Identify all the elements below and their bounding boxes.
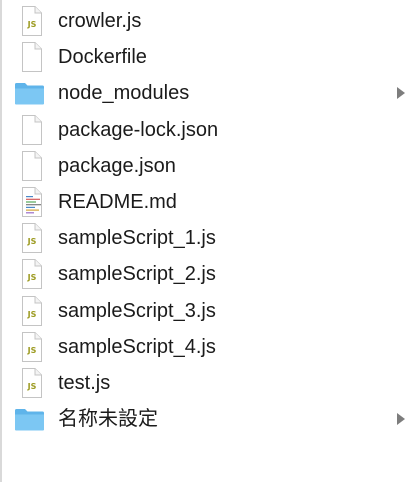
file-row[interactable]: Dockerfile bbox=[0, 39, 410, 75]
disclosure-triangle-icon[interactable] bbox=[396, 86, 406, 100]
file-row[interactable]: README.md bbox=[0, 184, 410, 220]
file-row[interactable]: JS test.js bbox=[0, 365, 410, 401]
file-name-label: sampleScript_1.js bbox=[58, 227, 216, 250]
file-row[interactable]: node_modules bbox=[0, 75, 410, 111]
file-row[interactable]: JS sampleScript_2.js bbox=[0, 256, 410, 292]
document-icon bbox=[17, 41, 45, 73]
file-row[interactable]: JS sampleScript_4.js bbox=[0, 329, 410, 365]
file-row[interactable]: 名称未設定 bbox=[0, 401, 410, 437]
document-icon bbox=[17, 150, 45, 182]
disclosure-triangle-icon[interactable] bbox=[396, 412, 406, 426]
text-file-icon bbox=[17, 186, 45, 218]
js-badge-label: JS bbox=[27, 273, 37, 282]
file-name-label: crowler.js bbox=[58, 10, 142, 32]
folder-icon bbox=[14, 403, 46, 435]
js-file-icon: JS bbox=[17, 5, 45, 37]
folder-icon bbox=[14, 77, 46, 109]
js-file-icon: JS bbox=[17, 367, 45, 399]
file-name-label: package.json bbox=[58, 154, 176, 177]
js-badge-label: JS bbox=[27, 237, 37, 246]
js-file-icon: JS bbox=[17, 295, 45, 327]
js-badge-label: JS bbox=[27, 310, 37, 319]
file-row[interactable]: JS sampleScript_1.js bbox=[0, 220, 410, 256]
file-name-label: 名称未設定 bbox=[58, 408, 158, 431]
file-name-label: sampleScript_4.js bbox=[58, 335, 216, 358]
js-file-icon: JS bbox=[17, 258, 45, 290]
file-name-label: sampleScript_3.js bbox=[58, 299, 216, 322]
file-list: JS crowler.js Dockerfile node_modulespackag… bbox=[0, 3, 410, 437]
file-row[interactable]: package-lock.json bbox=[0, 112, 410, 148]
file-name-label: package-lock.json bbox=[58, 118, 219, 141]
js-file-icon: JS bbox=[17, 331, 45, 363]
file-row[interactable]: package.json bbox=[0, 148, 410, 184]
document-icon bbox=[17, 114, 45, 146]
file-name-label: Dockerfile bbox=[58, 46, 147, 69]
file-name-label: sampleScript_2.js bbox=[58, 263, 216, 286]
js-badge-label: JS bbox=[27, 346, 37, 355]
js-file-icon: JS bbox=[17, 222, 45, 254]
file-name-label: README.md bbox=[58, 190, 177, 213]
file-row[interactable]: JS crowler.js bbox=[0, 3, 410, 39]
js-badge-label: JS bbox=[27, 20, 37, 29]
js-badge-label: JS bbox=[27, 382, 37, 391]
file-row[interactable]: JS sampleScript_3.js bbox=[0, 293, 410, 329]
file-name-label: test.js bbox=[58, 371, 111, 394]
file-name-label: node_modules bbox=[58, 82, 190, 105]
